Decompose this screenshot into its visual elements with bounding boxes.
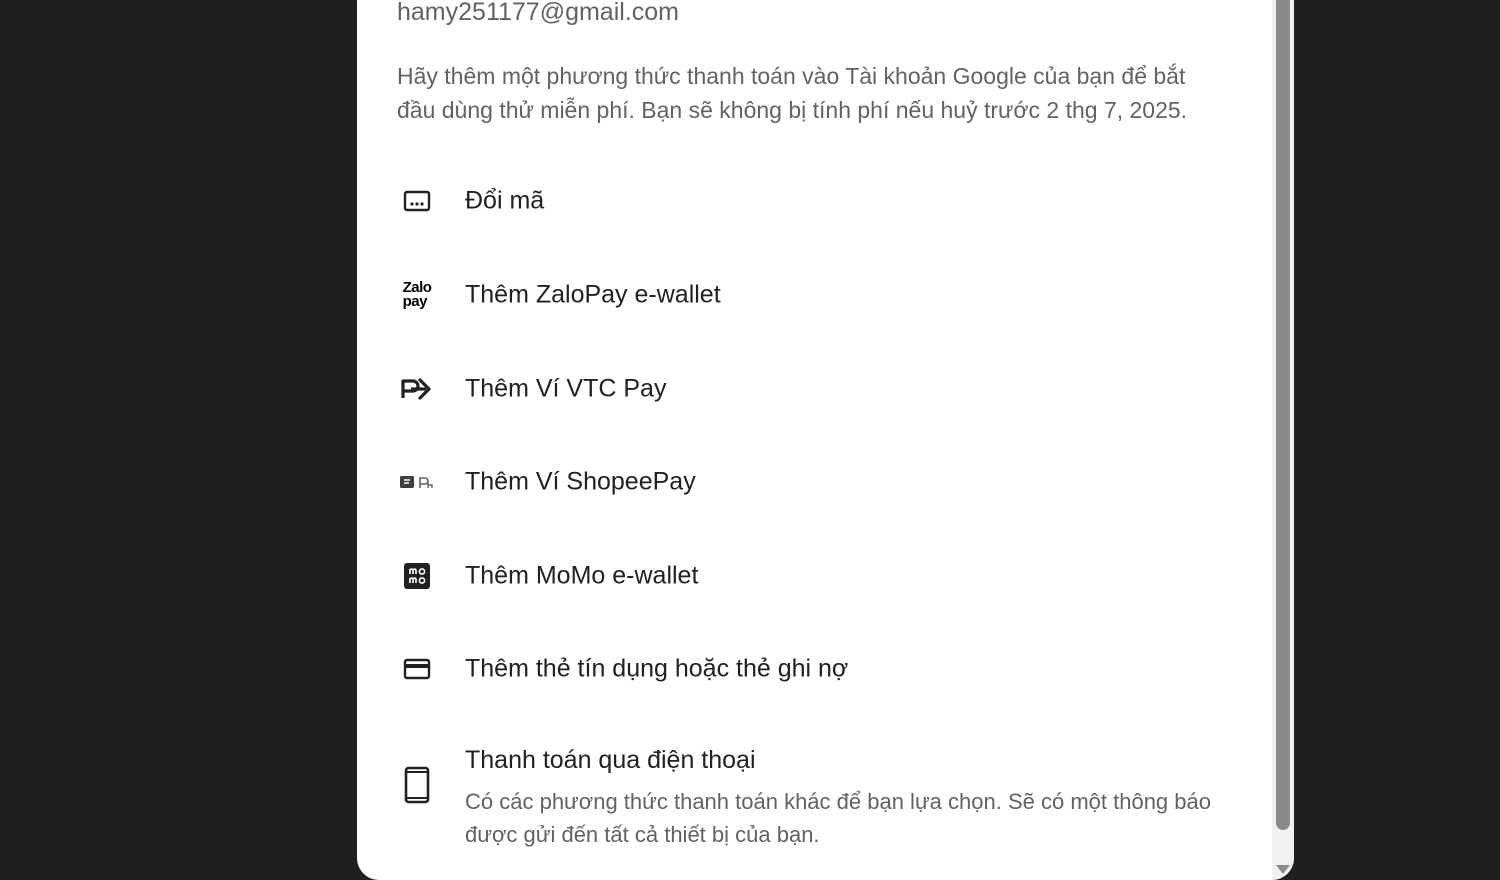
redeem-code-label: Đổi mã	[465, 186, 545, 215]
shopeepay-icon	[397, 462, 437, 502]
zalopay-logo-text-bottom: pay	[402, 293, 428, 310]
phone-payment-label: Thanh toán qua điện thoại	[465, 746, 756, 774]
vtc-pay-option[interactable]: Thêm Ví VTC Pay	[397, 354, 1257, 424]
redeem-code-icon	[397, 181, 437, 221]
credit-card-label: Thêm thẻ tín dụng hoặc thẻ ghi nợ	[465, 654, 849, 683]
shopeepay-label: Thêm Ví ShopeePay	[465, 467, 696, 496]
dialog-scrollbar[interactable]	[1272, 0, 1294, 880]
trial-description: Hãy thêm một phương thức thanh toán vào …	[397, 63, 1188, 123]
phone-payment-sublabel: Có các phương thức thanh toán khác để bạ…	[465, 789, 1211, 847]
credit-card-icon	[397, 649, 437, 689]
redeem-code-option[interactable]: Đổi mã	[397, 166, 1257, 236]
scrollbar-thumb[interactable]	[1276, 0, 1290, 830]
vtc-pay-icon	[397, 369, 437, 409]
credit-card-option[interactable]: Thêm thẻ tín dụng hoặc thẻ ghi nợ	[397, 634, 1257, 704]
momo-option[interactable]: Thêm MoMo e-wallet	[397, 541, 1257, 611]
vtc-pay-label: Thêm Ví VTC Pay	[465, 374, 667, 403]
zalopay-icon: Zalo pay	[397, 275, 437, 315]
scroll-down-arrow-icon[interactable]	[1276, 865, 1290, 874]
phone-payment-option[interactable]: Thanh toán qua điện thoại Có các phương …	[397, 730, 1257, 847]
zalopay-option[interactable]: Zalo pay Thêm ZaloPay e-wallet	[397, 260, 1257, 330]
momo-label: Thêm MoMo e-wallet	[465, 561, 699, 590]
phone-icon	[397, 765, 437, 805]
account-email: hamy251177@gmail.com	[397, 0, 679, 26]
payment-method-dialog: hamy251177@gmail.com Hãy thêm một phương…	[357, 0, 1294, 880]
momo-icon	[397, 556, 437, 596]
zalopay-label: Thêm ZaloPay e-wallet	[465, 280, 721, 309]
shopeepay-option[interactable]: Thêm Ví ShopeePay	[397, 447, 1257, 517]
